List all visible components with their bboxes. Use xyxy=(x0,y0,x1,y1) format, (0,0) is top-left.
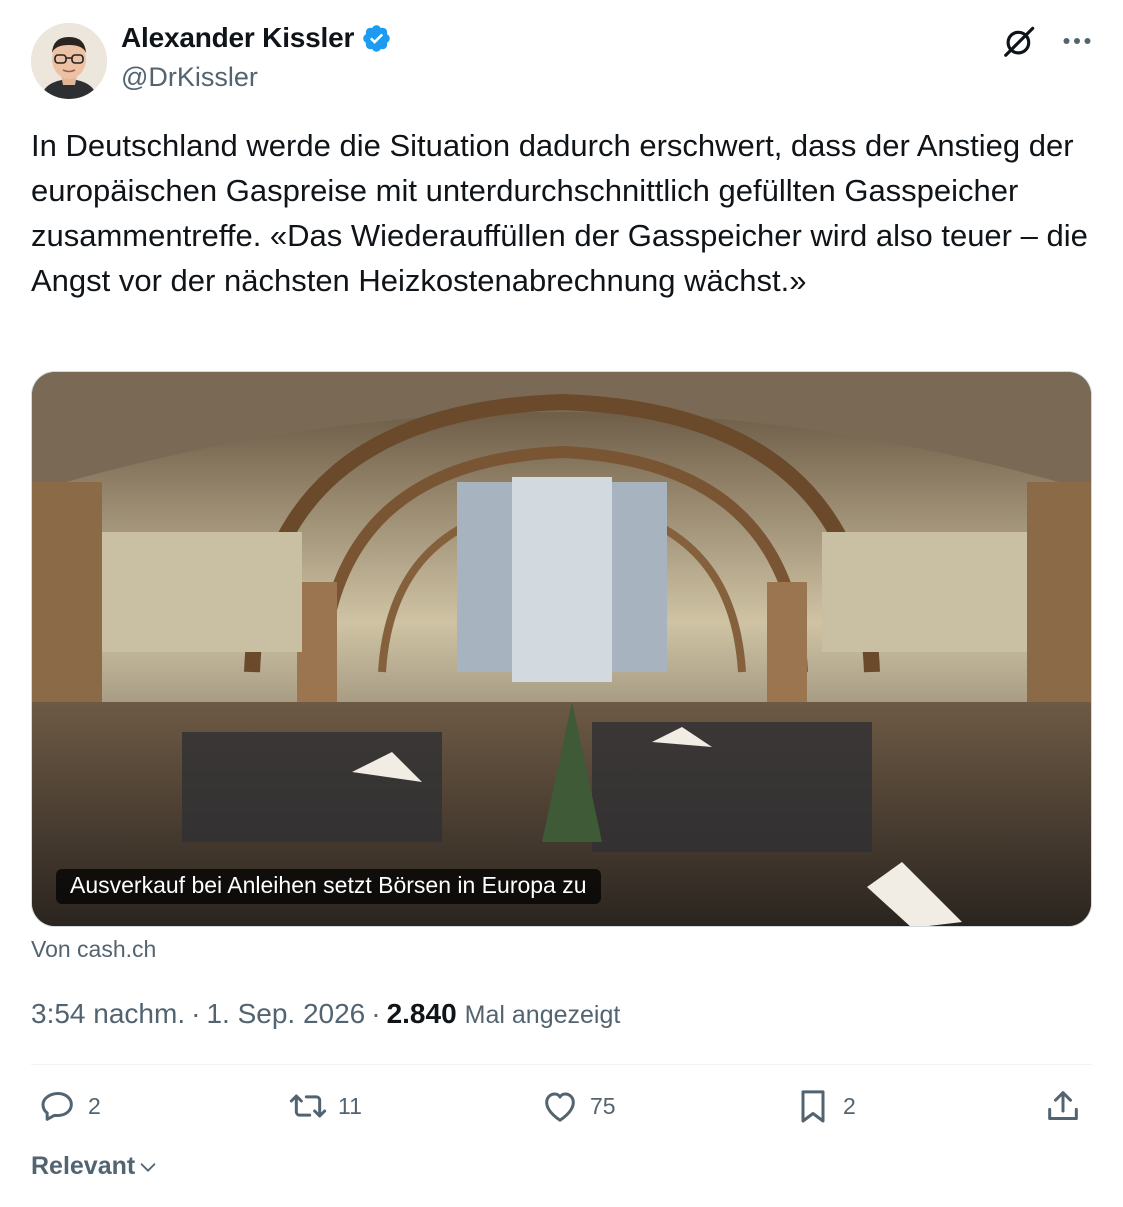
link-card[interactable]: Ausverkauf bei Anleihen setzt Börsen in … xyxy=(31,371,1092,927)
like-count: 75 xyxy=(590,1092,616,1119)
chevron-down-icon xyxy=(140,1162,156,1172)
avatar[interactable] xyxy=(31,23,107,99)
trading-floor-photo xyxy=(32,372,1091,926)
meta-separator: · xyxy=(191,998,201,1029)
reply-button[interactable]: 2 xyxy=(38,1086,101,1126)
repost-count: 11 xyxy=(338,1092,362,1119)
reply-icon xyxy=(41,1092,73,1121)
action-bar: 2 11 75 2 xyxy=(0,1086,1123,1134)
bookmark-count: 2 xyxy=(843,1092,856,1119)
link-card-title: Ausverkauf bei Anleihen setzt Börsen in … xyxy=(56,869,601,904)
tweet-date[interactable]: 1. Sep. 2026 xyxy=(206,998,365,1030)
author-display-name[interactable]: Alexander Kissler xyxy=(121,22,354,54)
grok-icon[interactable] xyxy=(1001,22,1039,60)
avatar-image xyxy=(31,23,107,99)
bookmark-icon xyxy=(801,1090,825,1123)
bookmark-button[interactable]: 2 xyxy=(793,1086,856,1126)
tweet-text: In Deutschland werde die Situation dadur… xyxy=(31,128,1088,298)
view-count: 2.840 xyxy=(386,998,457,1029)
tweet-meta: 3:54 nachm. · 1. Sep. 2026 · 2.840 Mal a… xyxy=(31,998,620,1030)
author-name-row[interactable]: Alexander Kissler xyxy=(121,22,392,54)
verified-badge-icon xyxy=(363,24,390,52)
repost-icon xyxy=(289,1094,327,1118)
view-count-label: Mal angezeigt xyxy=(464,1001,621,1029)
divider xyxy=(31,1064,1092,1065)
like-button[interactable]: 75 xyxy=(540,1086,616,1126)
tweet-time[interactable]: 3:54 nachm. xyxy=(31,998,185,1030)
meta-separator: · xyxy=(371,998,381,1029)
like-icon xyxy=(545,1092,575,1122)
repost-button[interactable]: 11 xyxy=(288,1086,362,1126)
reply-count: 2 xyxy=(88,1092,101,1119)
reply-sort-label: Relevant xyxy=(31,1152,136,1180)
share-icon xyxy=(1048,1091,1078,1120)
reply-sort-dropdown[interactable]: Relevant xyxy=(31,1152,159,1181)
link-card-source[interactable]: Von cash.ch xyxy=(31,936,156,963)
share-button[interactable] xyxy=(1043,1086,1083,1126)
more-icon[interactable] xyxy=(1059,23,1095,59)
author-handle[interactable]: @DrKissler xyxy=(121,62,258,93)
tweet-top-actions xyxy=(1001,22,1095,60)
